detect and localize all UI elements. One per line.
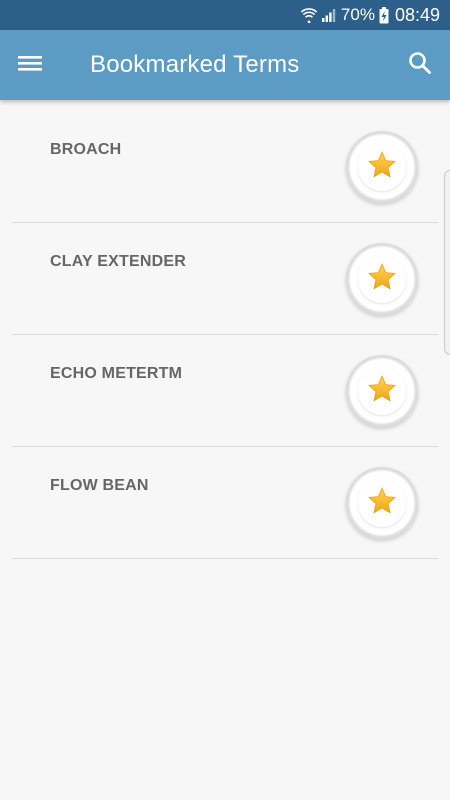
app-bar: Bookmarked Terms: [0, 30, 450, 100]
signal-icon: [321, 7, 337, 23]
menu-button[interactable]: [14, 50, 46, 80]
star-icon: [367, 262, 397, 297]
bookmark-toggle-button[interactable]: [346, 131, 418, 203]
search-button[interactable]: [404, 50, 436, 80]
star-icon: [367, 150, 397, 185]
bookmark-toggle-face: [358, 255, 406, 303]
term-label: FLOW BEAN: [50, 477, 149, 494]
term-label: BROACH: [50, 141, 122, 158]
bookmark-toggle-face: [358, 367, 406, 415]
bookmark-toggle-face: [358, 143, 406, 191]
page-title: Bookmarked Terms: [90, 51, 300, 78]
bookmark-toggle-button[interactable]: [346, 467, 418, 539]
bookmark-toggle-button[interactable]: [346, 355, 418, 427]
term-label: ECHO METERTM: [50, 365, 183, 382]
bookmark-toggle-button[interactable]: [346, 243, 418, 315]
wifi-icon: [300, 7, 317, 23]
list-item[interactable]: ECHO METERTM: [12, 335, 438, 447]
star-icon: [367, 486, 397, 521]
search-icon: [408, 51, 432, 80]
list-item[interactable]: CLAY EXTENDER: [12, 223, 438, 335]
status-bar: 70% 08:49: [0, 0, 450, 30]
bookmark-toggle-face: [358, 479, 406, 527]
hamburger-menu-icon: [17, 53, 43, 78]
star-icon: [367, 374, 397, 409]
bookmarked-terms-list: BROACH CLAY EXTENDER ECHO METERTM FLOW B…: [12, 111, 438, 559]
battery-percent: 70%: [340, 5, 375, 24]
term-label: CLAY EXTENDER: [50, 253, 186, 270]
edge-panel-handle[interactable]: [444, 170, 450, 355]
list-item[interactable]: FLOW BEAN: [12, 447, 438, 559]
status-time: 08:49: [394, 4, 440, 25]
list-item[interactable]: BROACH: [12, 111, 438, 223]
battery-charging-icon: [379, 6, 389, 24]
